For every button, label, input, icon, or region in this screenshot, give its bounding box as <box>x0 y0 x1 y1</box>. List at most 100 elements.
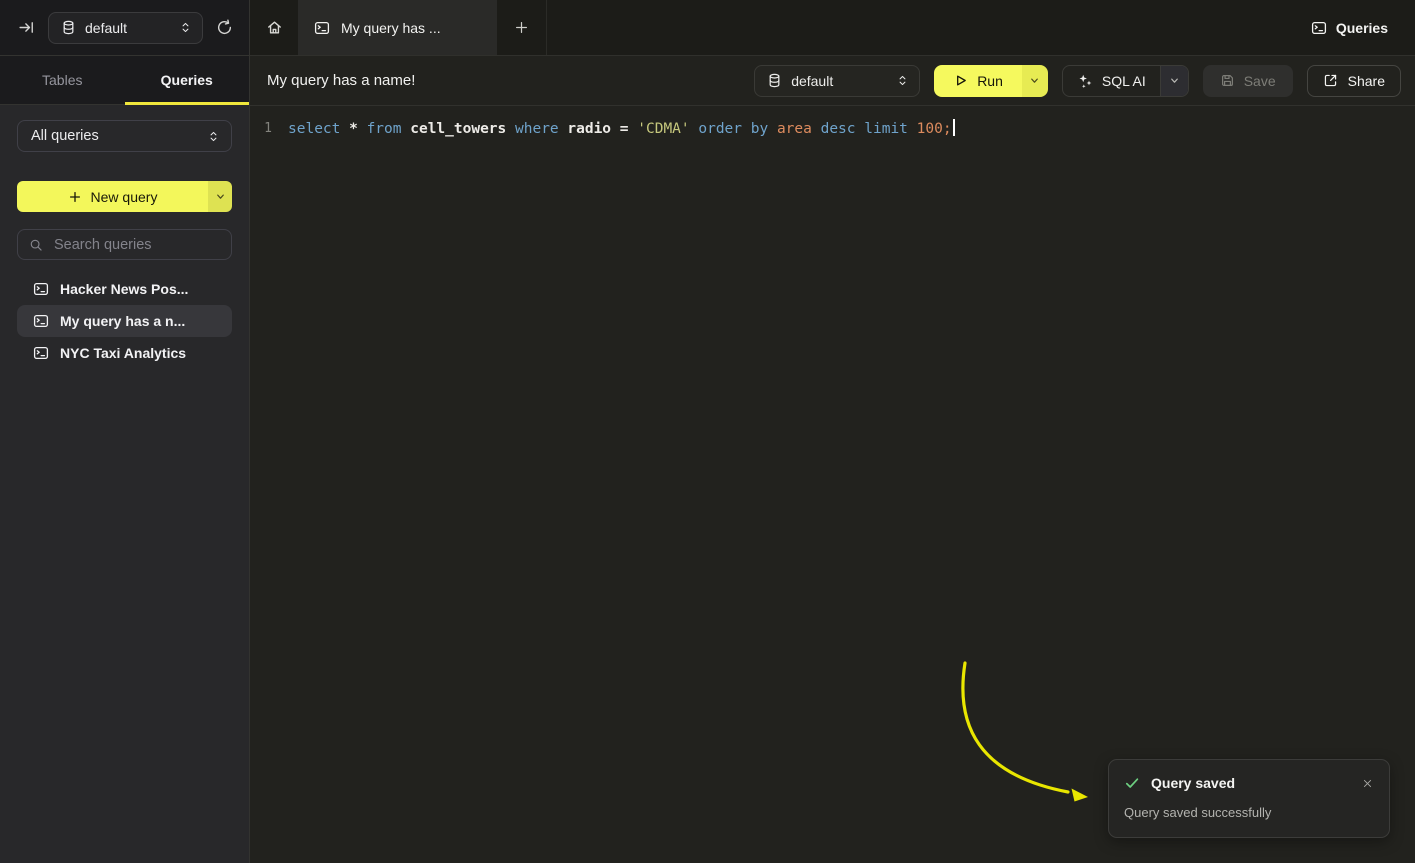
query-title: My query has a name! <box>267 72 740 89</box>
sql-token: desc <box>821 121 865 137</box>
run-label: Run <box>977 73 1003 89</box>
editor-database-value: default <box>791 73 887 89</box>
sql-token: 'CDMA' <box>637 121 698 137</box>
new-tab-button[interactable] <box>497 0 546 55</box>
sql-token: limit <box>864 121 916 137</box>
save-label: Save <box>1244 73 1276 89</box>
editor-database-selector[interactable]: default <box>754 65 920 97</box>
query-filter-select[interactable]: All queries <box>17 120 232 152</box>
run-options-button[interactable] <box>1022 65 1048 97</box>
new-query-label: New query <box>91 189 158 205</box>
refresh-button[interactable] <box>212 15 237 40</box>
console-icon <box>1311 20 1327 36</box>
arrow-to-bar-icon <box>18 19 35 36</box>
search-icon <box>29 238 43 252</box>
sidebar-content: All queries New query <box>0 105 249 384</box>
run-split-button: Run <box>934 65 1048 97</box>
new-query-split-button: New query <box>17 181 232 212</box>
chevron-up-down-icon <box>207 130 220 143</box>
line-number: 1 <box>250 121 272 136</box>
toast-title: Query saved <box>1151 775 1349 791</box>
query-list-item-nyc-taxi[interactable]: NYC Taxi Analytics <box>17 337 232 369</box>
saved-query-list: Hacker News Pos... My query has a n... N… <box>17 273 232 369</box>
sparkles-icon <box>1077 73 1093 89</box>
save-icon <box>1220 73 1235 88</box>
database-icon <box>767 73 782 88</box>
collapse-sidebar-button[interactable] <box>14 15 39 40</box>
share-button[interactable]: Share <box>1307 65 1401 97</box>
chevron-down-icon <box>1029 75 1040 86</box>
search-queries-input[interactable] <box>52 236 220 254</box>
tab-my-query[interactable]: My query has ... <box>298 0 497 55</box>
sql-token: from <box>367 121 411 137</box>
sql-editor[interactable]: 1 select * from cell_towers where radio … <box>250 106 1415 863</box>
console-icon <box>33 345 49 361</box>
tab-queries-label: Queries <box>161 72 213 88</box>
sql-token: area <box>777 121 821 137</box>
top-bar: default My query has .. <box>0 0 1415 56</box>
sql-ai-split-button: SQL AI <box>1062 65 1189 97</box>
queries-panel-label: Queries <box>1336 20 1388 36</box>
sidebar-tabs: Tables Queries <box>0 56 249 105</box>
query-item-label: Hacker News Pos... <box>60 281 188 297</box>
toast-header: Query saved <box>1124 775 1375 791</box>
sql-token: = <box>620 121 637 137</box>
sql-token: cell_towers <box>410 121 515 137</box>
chevron-up-down-icon <box>179 21 192 34</box>
console-icon <box>33 313 49 329</box>
sql-ai-options-button[interactable] <box>1160 66 1188 96</box>
run-button[interactable]: Run <box>934 65 1022 97</box>
plus-icon <box>514 20 529 35</box>
editor-toolbar: My query has a name! default <box>250 56 1415 106</box>
new-query-dropdown-button[interactable] <box>208 181 232 212</box>
tab-bar-spacer <box>547 0 1305 55</box>
topbar-database-value: default <box>85 20 170 36</box>
share-label: Share <box>1348 73 1385 89</box>
new-query-button[interactable]: New query <box>17 181 208 212</box>
sql-console-app: default My query has .. <box>0 0 1415 863</box>
text-cursor <box>953 119 955 136</box>
query-list-item-hacker-news[interactable]: Hacker News Pos... <box>17 273 232 305</box>
query-filter-value: All queries <box>31 128 99 144</box>
queries-panel-button[interactable]: Queries <box>1305 0 1415 55</box>
sql-token: radio <box>567 121 619 137</box>
sql-token: where <box>515 121 567 137</box>
refresh-icon <box>216 19 233 36</box>
main-area: My query has a name! default <box>250 56 1415 863</box>
query-list-item-my-query[interactable]: My query has a n... <box>17 305 232 337</box>
play-icon <box>953 73 968 88</box>
body: Tables Queries All queries <box>0 56 1415 863</box>
code-line-1[interactable]: 1 select * from cell_towers where radio … <box>250 117 1415 139</box>
check-icon <box>1124 775 1140 791</box>
toast-query-saved: Query saved Query saved successfully <box>1108 759 1390 838</box>
toast-message: Query saved successfully <box>1124 805 1375 820</box>
home-tab-button[interactable] <box>250 0 298 55</box>
sql-token: select <box>288 121 349 137</box>
query-item-label: My query has a n... <box>60 313 185 329</box>
sql-ai-label: SQL AI <box>1102 73 1146 89</box>
tab-tables[interactable]: Tables <box>0 56 125 104</box>
tab-label: My query has ... <box>341 20 441 36</box>
topbar-database-selector[interactable]: default <box>48 12 203 44</box>
sql-token: order by <box>698 121 777 137</box>
search-queries-box <box>17 229 232 260</box>
console-icon <box>314 20 330 36</box>
chevron-down-icon <box>215 191 226 202</box>
sql-ai-button[interactable]: SQL AI <box>1063 66 1160 96</box>
top-bar-left: default <box>0 0 250 56</box>
chevron-down-icon <box>1169 75 1180 86</box>
share-icon <box>1323 73 1338 88</box>
tab-queries[interactable]: Queries <box>125 56 250 104</box>
console-icon <box>33 281 49 297</box>
sql-code: select * from cell_towers where radio = … <box>288 119 955 137</box>
sql-token: * <box>349 121 366 137</box>
database-icon <box>61 20 76 35</box>
tab-bar: My query has ... Queries <box>250 0 1415 56</box>
plus-icon <box>68 190 82 204</box>
home-icon <box>266 19 283 36</box>
save-button[interactable]: Save <box>1203 65 1293 97</box>
toast-close-button[interactable] <box>1360 776 1375 791</box>
tab-tables-label: Tables <box>42 72 82 88</box>
query-item-label: NYC Taxi Analytics <box>60 345 186 361</box>
close-icon <box>1362 778 1373 789</box>
